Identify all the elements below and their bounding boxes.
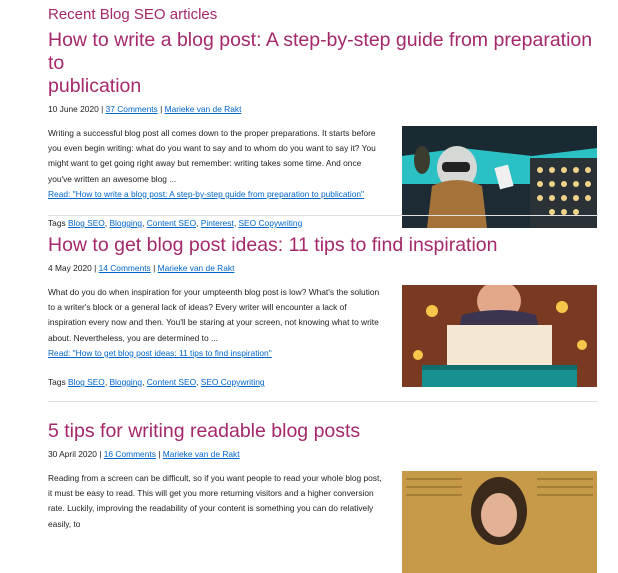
tag-link[interactable]: Content SEO (147, 377, 196, 387)
article-thumbnail-typewriter[interactable] (402, 285, 597, 387)
article-thumbnail-pilot[interactable] (402, 126, 597, 228)
article-title[interactable]: 5 tips for writing readable blog posts (48, 420, 598, 443)
tag-link[interactable]: Blog SEO (68, 377, 105, 387)
tags-label: Tags (48, 218, 66, 228)
article-date: 10 June 2020 (48, 104, 99, 114)
article-excerpt: Reading from a screen can be difficult, … (48, 471, 383, 532)
article-card: How to write a blog post: A step-by-step… (48, 29, 598, 228)
article-body: What do you do when inspiration for your… (48, 285, 598, 387)
article-title-line1[interactable]: How to write a blog post: A step-by-step… (48, 29, 592, 74)
author-link[interactable]: Marieke van de Rakt (165, 104, 242, 114)
tags-label: Tags (48, 377, 66, 387)
article-title[interactable]: How to write a blog post: A step-by-step… (48, 29, 598, 98)
page: Recent Blog SEO articles How to write a … (0, 0, 618, 573)
article-thumbnail-reader[interactable] (402, 471, 597, 573)
article-card: How to get blog post ideas: 11 tips to f… (48, 234, 598, 387)
tag-link[interactable]: Blog SEO (68, 218, 105, 228)
author-link[interactable]: Marieke van de Rakt (163, 449, 240, 459)
article-title-line2[interactable]: publication (48, 75, 141, 97)
article-meta: 30 April 2020 | 16 Comments | Marieke va… (48, 449, 240, 459)
article-meta: 4 May 2020 | 14 Comments | Marieke van d… (48, 263, 235, 273)
tag-link[interactable]: Pinterest (201, 218, 234, 228)
tag-link[interactable]: Blogging (109, 218, 142, 228)
typewriter-illustration (402, 285, 597, 387)
article-title-line1[interactable]: 5 tips for writing readable blog posts (48, 420, 360, 442)
read-more-link[interactable]: Read: "How to write a blog post: A step-… (48, 189, 364, 199)
excerpt-text: Writing a successful blog post all comes… (48, 128, 376, 184)
article-excerpt: What do you do when inspiration for your… (48, 285, 383, 361)
tag-link[interactable]: SEO Copywriting (201, 377, 265, 387)
tag-link[interactable]: Content SEO (147, 218, 196, 228)
article-meta: 10 June 2020 | 37 Comments | Marieke van… (48, 104, 242, 114)
article-card: 5 tips for writing readable blog posts 3… (48, 420, 598, 573)
article-date: 30 April 2020 (48, 449, 97, 459)
comments-link[interactable]: 16 Comments (104, 449, 156, 459)
article-body: Writing a successful blog post all comes… (48, 126, 598, 228)
article-divider (48, 401, 598, 402)
tag-link[interactable]: SEO Copywriting (238, 218, 302, 228)
article-body: Reading from a screen can be difficult, … (48, 471, 598, 573)
read-more-link[interactable]: Read: "How to get blog post ideas: 11 ti… (48, 348, 272, 358)
author-link[interactable]: Marieke van de Rakt (158, 263, 235, 273)
comments-link[interactable]: 37 Comments (106, 104, 158, 114)
section-title: Recent Blog SEO articles (48, 6, 218, 23)
excerpt-text: What do you do when inspiration for your… (48, 287, 380, 343)
comments-link[interactable]: 14 Comments (99, 263, 151, 273)
tag-link[interactable]: Blogging (109, 377, 142, 387)
article-title[interactable]: How to get blog post ideas: 11 tips to f… (48, 234, 598, 257)
article-title-line1[interactable]: How to get blog post ideas: 11 tips to f… (48, 234, 498, 256)
article-date: 4 May 2020 (48, 263, 92, 273)
excerpt-text: Reading from a screen can be difficult, … (48, 473, 382, 529)
article-divider (48, 215, 598, 216)
pilot-illustration (402, 126, 597, 228)
article-excerpt: Writing a successful blog post all comes… (48, 126, 383, 202)
reader-illustration (402, 471, 597, 573)
